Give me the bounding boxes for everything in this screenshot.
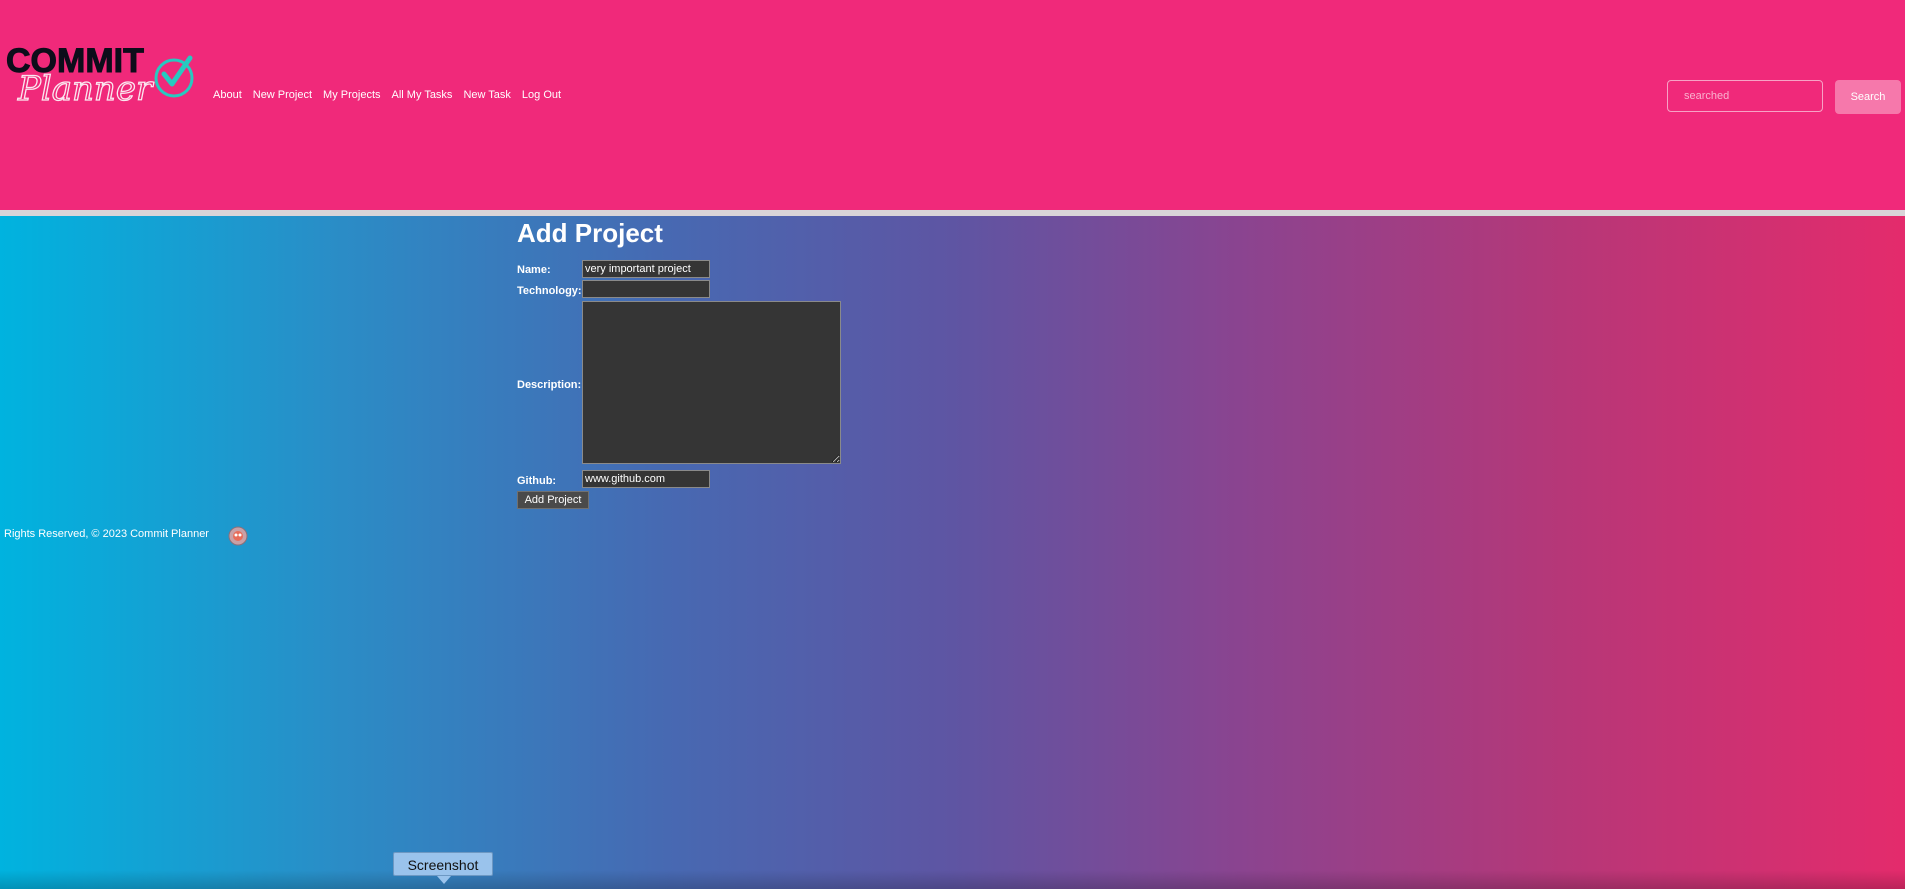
- bottom-shadow: [0, 870, 1905, 889]
- name-label: Name:: [517, 264, 551, 276]
- tooltip-arrow: [437, 876, 451, 884]
- commit-planner-logo: COMMIT Planner: [6, 42, 194, 110]
- nav-log-out[interactable]: Log Out: [522, 89, 561, 101]
- screenshot-tooltip: Screenshot: [393, 852, 493, 876]
- header-divider: [0, 210, 1905, 216]
- add-project-button[interactable]: Add Project: [517, 491, 589, 509]
- page-title: Add Project: [517, 218, 663, 248]
- nav-about[interactable]: About: [213, 89, 242, 101]
- search-input[interactable]: [1667, 80, 1823, 112]
- main-nav: About New Project My Projects All My Tas…: [213, 89, 572, 101]
- nav-new-project[interactable]: New Project: [253, 89, 312, 101]
- logo-word-planner: Planner: [17, 69, 154, 109]
- name-field[interactable]: [582, 260, 710, 278]
- description-field[interactable]: [582, 301, 841, 464]
- technology-field[interactable]: [582, 280, 710, 298]
- logo[interactable]: COMMIT Planner: [4, 40, 196, 112]
- checkmark-icon: [154, 55, 194, 98]
- footer-copyright: Rights Reserved, © 2023 Commit Planner: [4, 528, 209, 540]
- nav-all-my-tasks[interactable]: All My Tasks: [392, 89, 453, 101]
- header-bar: [0, 0, 1905, 212]
- technology-label: Technology:: [517, 285, 582, 297]
- search-button[interactable]: Search: [1835, 80, 1901, 114]
- github-label: Github:: [517, 475, 557, 487]
- robot-avatar-icon: [228, 526, 248, 546]
- nav-new-task[interactable]: New Task: [463, 89, 510, 101]
- nav-my-projects[interactable]: My Projects: [323, 89, 380, 101]
- github-field[interactable]: [582, 470, 710, 488]
- description-label: Description:: [517, 379, 582, 391]
